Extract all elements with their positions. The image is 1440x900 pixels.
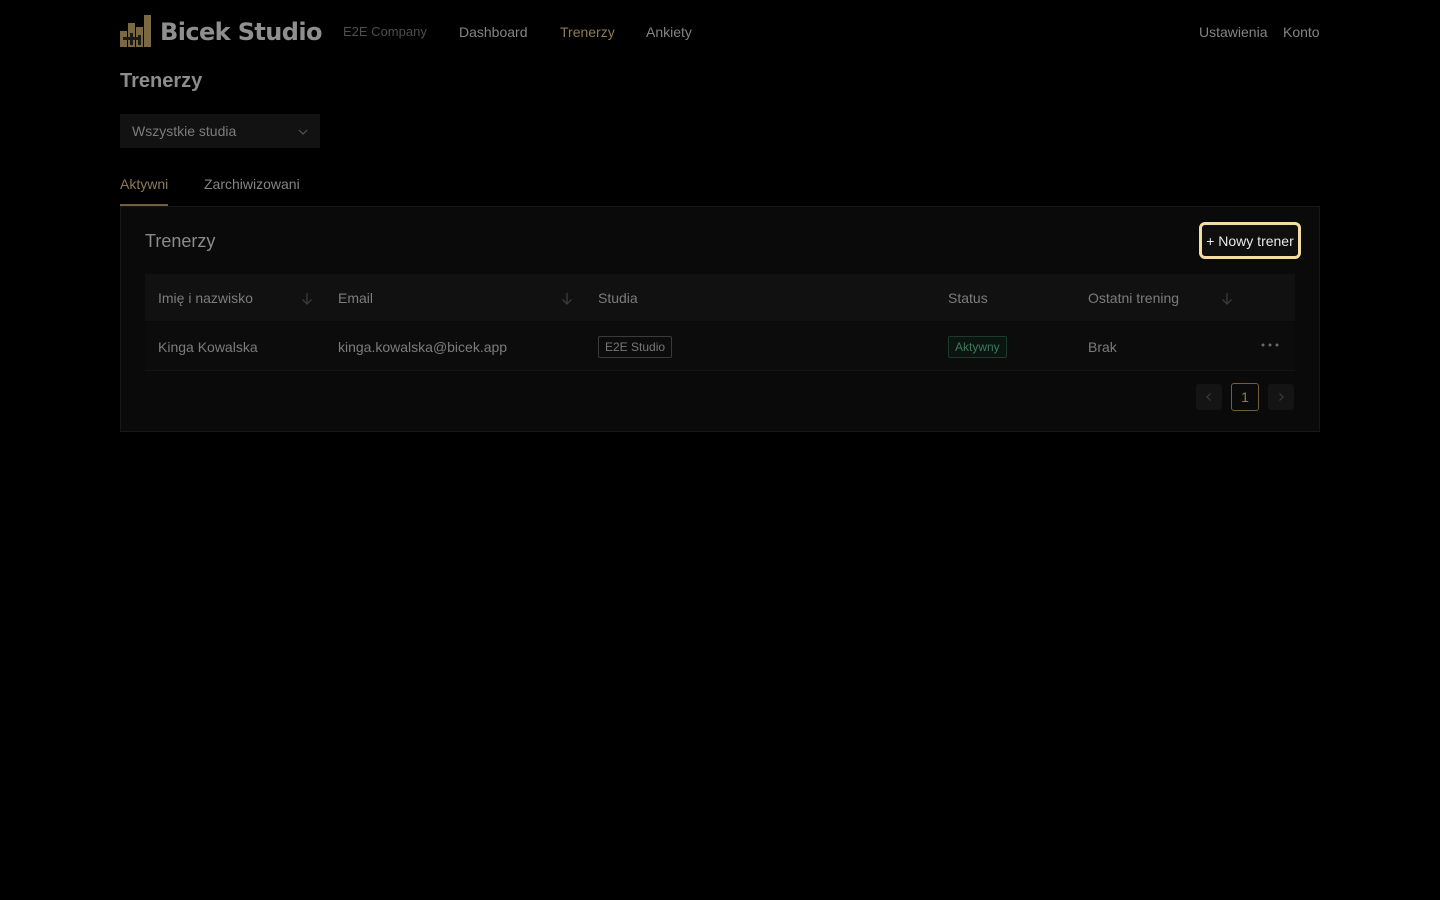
page-1-button[interactable]: 1 xyxy=(1231,383,1259,411)
sort-last-training-icon[interactable] xyxy=(1221,292,1233,306)
chevron-down-icon xyxy=(298,129,308,135)
studio-tag: E2E Studio xyxy=(598,336,673,358)
column-header-name[interactable]: Imię i nazwisko xyxy=(158,290,253,306)
chevron-right-icon xyxy=(1279,393,1284,401)
top-header: Bicek Studio E2E Company Dashboard Trene… xyxy=(120,0,1320,64)
nav-surveys[interactable]: Ankiety xyxy=(646,23,692,41)
studio-select-value: Wszystkie studia xyxy=(132,123,237,139)
chevron-left-icon xyxy=(1206,393,1211,401)
prev-page-button[interactable] xyxy=(1196,384,1222,410)
trainer-tabs: Aktywni Zarchiwizowani xyxy=(120,170,1320,206)
new-trainer-button[interactable]: + Nowy trener xyxy=(1199,222,1301,259)
table-header: Imię i nazwisko Email Studia Status Osta… xyxy=(145,274,1295,322)
last-training: Brak xyxy=(1088,339,1117,355)
column-header-status: Status xyxy=(948,290,988,306)
column-header-studios: Studia xyxy=(598,290,638,306)
logo[interactable]: Bicek Studio xyxy=(120,15,322,49)
card-title: Trenerzy xyxy=(145,231,216,251)
column-header-email[interactable]: Email xyxy=(338,290,373,306)
trainer-name: Kinga Kowalska xyxy=(158,339,258,355)
tab-active[interactable]: Aktywni xyxy=(120,176,168,192)
tab-archived[interactable]: Zarchiwizowani xyxy=(204,176,300,192)
trainer-email: kinga.kowalska@bicek.app xyxy=(338,339,508,355)
column-header-last-training[interactable]: Ostatni trening xyxy=(1088,290,1179,306)
sort-email-icon[interactable] xyxy=(561,292,573,306)
table-row[interactable]: Kinga Kowalska kinga.kowalska@bicek.app … xyxy=(145,322,1295,371)
trainers-card: Trenerzy + Nowy trener Imię i nazwisko E… xyxy=(120,206,1320,432)
nav-settings[interactable]: Ustawienia xyxy=(1199,23,1267,41)
status-badge: Aktywny xyxy=(948,336,1007,358)
company-name: E2E Company xyxy=(343,24,427,39)
nav-trainers[interactable]: Trenerzy xyxy=(560,23,615,41)
trainers-table: Imię i nazwisko Email Studia Status Osta… xyxy=(145,274,1295,371)
more-horizontal-icon[interactable] xyxy=(1257,336,1283,354)
pagination: 1 xyxy=(1196,383,1308,413)
nav-account[interactable]: Konto xyxy=(1283,23,1320,41)
studio-select[interactable]: Wszystkie studia xyxy=(120,114,320,148)
page-title: Trenerzy xyxy=(120,70,203,92)
next-page-button[interactable] xyxy=(1268,384,1294,410)
sort-name-icon[interactable] xyxy=(301,292,313,306)
logo-text: Bicek Studio xyxy=(160,18,322,46)
nav-dashboard[interactable]: Dashboard xyxy=(459,23,528,41)
bicek-studio-logo-icon xyxy=(120,15,151,47)
